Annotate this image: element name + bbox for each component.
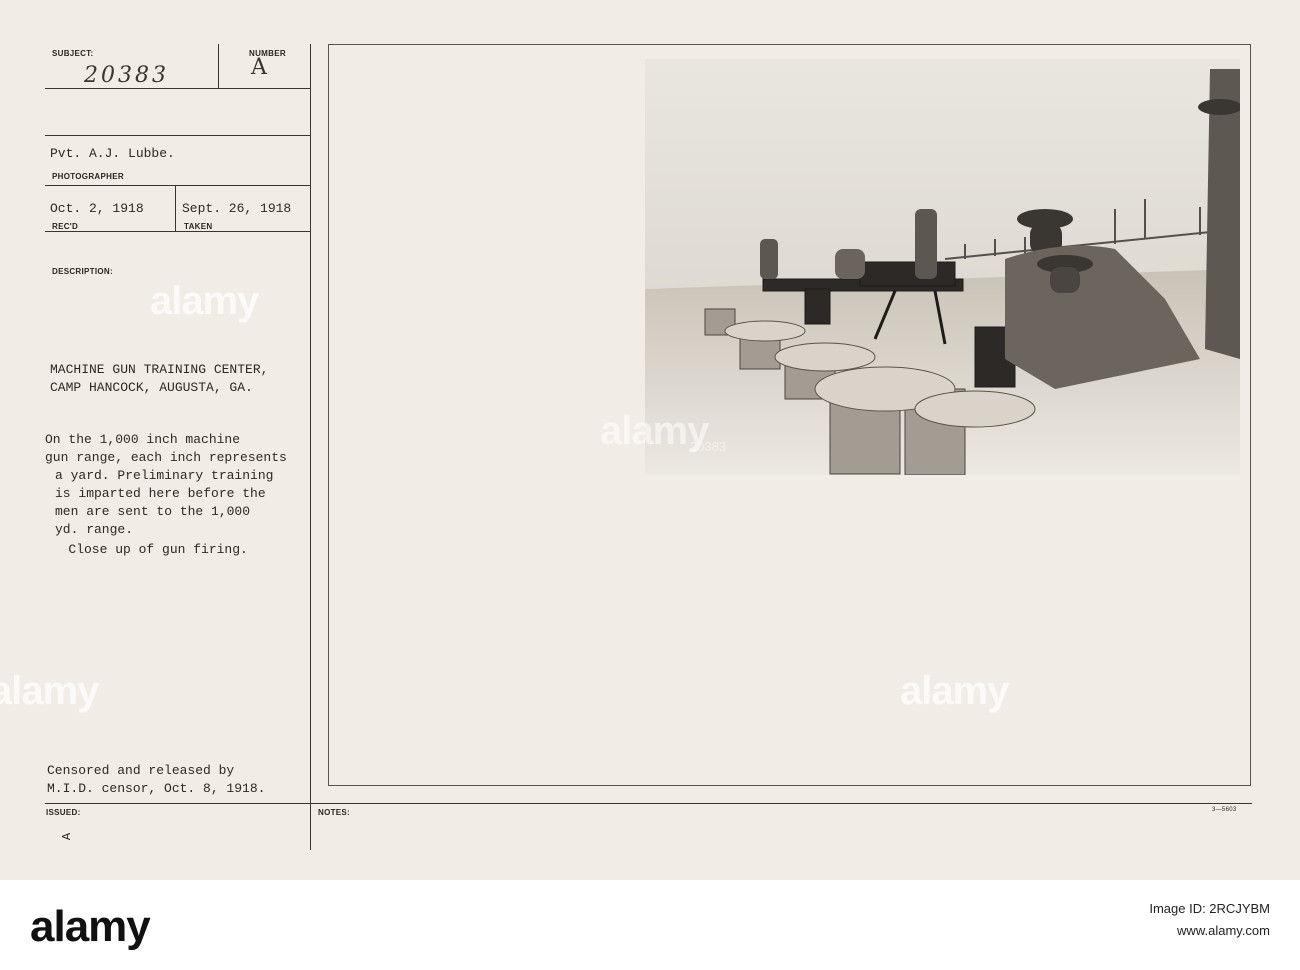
- divider: [45, 803, 1252, 804]
- censor-line: Censored and released by: [47, 763, 235, 778]
- footer-info: Image ID: 2RCJYBM www.alamy.com: [1149, 898, 1270, 942]
- divider: [310, 44, 311, 850]
- issued-mark: A: [60, 832, 75, 841]
- stock-footer: alamy Image ID: 2RCJYBM www.alamy.com: [0, 880, 1300, 970]
- censor-line: M.I.D. censor, Oct. 8, 1918.: [47, 781, 266, 796]
- description-line: Close up of gun firing.: [45, 542, 248, 557]
- description-line: is imparted here before the: [55, 486, 266, 501]
- watermark: alamy: [0, 669, 99, 713]
- description-label: DESCRIPTION:: [52, 267, 113, 276]
- subject-number: 20383: [84, 63, 169, 88]
- divider: [45, 185, 310, 186]
- watermark: alamy: [600, 409, 709, 453]
- historic-photograph: 20383: [645, 59, 1240, 475]
- location-line: MACHINE GUN TRAINING CENTER,: [50, 362, 269, 377]
- issued-label: ISSUED:: [46, 808, 81, 817]
- number-value: A: [251, 55, 267, 80]
- machine-gun-scene-image: 20383: [645, 59, 1240, 475]
- notes-label: NOTES:: [318, 808, 351, 817]
- form-number: 3—5603: [1212, 807, 1237, 813]
- description-line: gun range, each inch represents: [45, 450, 287, 465]
- record-card: SUBJECT: 20383 NUMBER A Pvt. A.J. Lubbe.…: [0, 0, 1300, 880]
- description-line: a yard. Preliminary training: [55, 468, 274, 483]
- site-url[interactable]: www.alamy.com: [1149, 920, 1270, 942]
- watermark: alamy: [150, 279, 259, 323]
- photographer-name: Pvt. A.J. Lubbe.: [50, 146, 175, 161]
- divider: [175, 185, 176, 231]
- description-line: men are sent to the 1,000: [55, 504, 251, 519]
- photographer-label: PHOTOGRAPHER: [52, 172, 124, 181]
- divider: [45, 88, 310, 89]
- alamy-logo[interactable]: alamy: [30, 902, 151, 952]
- divider: [45, 231, 310, 232]
- taken-label: TAKEN: [184, 222, 213, 231]
- description-line: On the 1,000 inch machine: [45, 432, 241, 447]
- watermark: alamy: [900, 669, 1009, 713]
- image-id: Image ID: 2RCJYBM: [1149, 901, 1270, 916]
- divider: [218, 44, 219, 88]
- taken-date: Sept. 26, 1918: [182, 201, 292, 216]
- divider: [45, 135, 310, 136]
- subject-label: SUBJECT:: [52, 49, 94, 58]
- received-date: Oct. 2, 1918: [50, 201, 144, 216]
- description-line: yd. range.: [55, 522, 134, 537]
- location-line: CAMP HANCOCK, AUGUSTA, GA.: [50, 380, 253, 395]
- received-label: REC'D: [52, 222, 79, 231]
